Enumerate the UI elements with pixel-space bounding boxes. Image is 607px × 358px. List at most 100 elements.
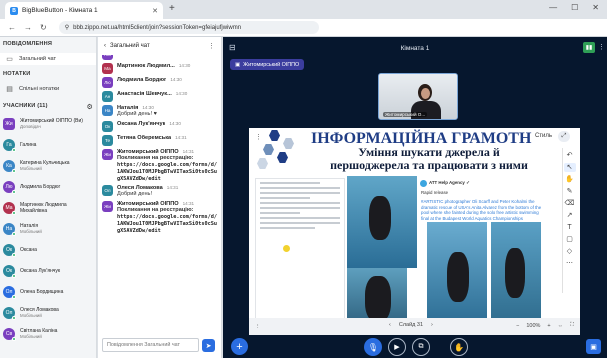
user-avatar: Св — [3, 327, 16, 341]
message-link[interactable]: https://docs.google.com/forms/d/1AKWJou1… — [117, 162, 218, 182]
user-list-item[interactable]: Га Галина — [0, 134, 96, 155]
maximize-icon[interactable]: ☐ — [571, 3, 578, 12]
message-link[interactable]: https://docs.google.com/forms/d/1AKWJou1… — [117, 214, 218, 234]
user-name: Оксана Лук'янчук — [20, 267, 61, 274]
user-list-item[interactable]: Ол Олеся Ломакова Мобільний — [0, 302, 96, 323]
presentation-restore-button[interactable]: ▣ — [586, 339, 601, 354]
undo-icon[interactable]: ↶ — [567, 151, 573, 160]
message-body: Наталія 14:30 Добрий день! ♥ — [117, 105, 218, 118]
send-message-button[interactable]: ➤ — [202, 339, 215, 352]
site-info-icon[interactable]: ⚲ — [65, 24, 69, 31]
swimmer-figure — [447, 252, 469, 302]
hexagon-decoration — [277, 152, 288, 163]
hexagon-decoration — [283, 138, 294, 149]
connection-status-icon[interactable]: ▮▮ — [583, 42, 595, 53]
previous-slide-icon[interactable]: ‹ — [389, 322, 391, 328]
zoom-out-icon[interactable]: − — [516, 323, 519, 329]
minimize-slide-icon[interactable]: ⤢ — [558, 131, 570, 142]
user-list-item[interactable]: Ка Катерина Кульчицька Мобільний — [0, 155, 96, 176]
online-status-icon — [12, 210, 16, 215]
fit-to-width-icon[interactable]: ⇔ — [558, 323, 564, 329]
user-list-item[interactable]: Ок Оксана — [0, 239, 96, 260]
message-text: Покликання на реєстрацію: — [117, 155, 194, 161]
user-initials: Ма — [5, 204, 13, 211]
camera-button[interactable]: ▶ — [388, 338, 406, 356]
back-chevron-icon[interactable]: ‹ — [104, 43, 106, 49]
user-name: Катерина Кульчицька — [20, 159, 70, 166]
chat-message: На Наталія 14:30 Добрий день! ♥ — [98, 105, 222, 118]
close-window-icon[interactable]: ✕ — [592, 3, 599, 12]
user-name: Житомирський ОІППО (Ви) — [20, 117, 83, 124]
shape-tool-icon[interactable]: ◇ — [567, 247, 572, 256]
zoom-in-icon[interactable]: + — [547, 323, 550, 329]
text-line — [260, 212, 300, 214]
swimmer-figure — [505, 248, 525, 298]
close-tab-icon[interactable]: ✕ — [152, 7, 158, 15]
hand-tool-icon[interactable]: ✋ — [565, 175, 574, 184]
user-avatar: Ок — [3, 264, 16, 278]
slide-number-select[interactable]: Слайд 31 — [399, 322, 423, 328]
next-slide-icon[interactable]: › — [431, 322, 433, 328]
sticky-note-icon[interactable]: ▢ — [566, 235, 573, 244]
hexagon-decoration — [269, 130, 280, 141]
user-initials: Ок — [5, 246, 13, 253]
back-icon[interactable]: ← — [8, 23, 16, 32]
user-initials: Ок — [5, 267, 13, 274]
user-list-item[interactable]: Ма Мартинюк Людмила Михайлівна — [0, 197, 96, 218]
user-name: Олена Бордищина — [20, 288, 64, 295]
chat-icon: ▭ — [6, 56, 13, 63]
user-list-item[interactable]: Св Світлана Каліна Мобільний — [0, 323, 96, 344]
url-field[interactable]: ⚲ bbb.zippo.net.ua/html5client/join?sess… — [58, 21, 319, 34]
message-time: 14:31 — [182, 201, 195, 207]
panel-toggle-icon[interactable]: ⊟ — [229, 43, 236, 52]
chat-messages: ЖиМаМартинюк Людмил...14:30ЛюЛюдмила Бор… — [98, 55, 222, 328]
user-name: Людмила Бордюг — [20, 183, 61, 190]
select-tool-icon[interactable]: ↖ — [563, 163, 576, 172]
article-screenshot — [255, 178, 345, 328]
eraser-tool-icon[interactable]: ⌫ — [565, 199, 575, 208]
new-tab-icon[interactable]: + — [169, 3, 175, 15]
user-name-block: Людмила Бордюг — [20, 184, 60, 190]
arrow-tool-icon[interactable]: ↗ — [567, 211, 573, 220]
screen-share-button[interactable]: ⧉ — [412, 338, 430, 356]
browser-tab[interactable]: B BigBlueButton - Кімната 1 ✕ — [5, 2, 163, 19]
message-avatar: Ан — [102, 91, 113, 102]
public-chat-item[interactable]: ▭ Загальний чат — [0, 53, 96, 65]
minimize-icon[interactable]: — — [549, 3, 557, 12]
chat-message: Те Тетяна Оберемська 14:31 — [98, 135, 222, 146]
raise-hand-button[interactable]: ✋ — [450, 338, 468, 356]
message-time: 14:30 — [169, 121, 181, 126]
chat-message: Лю Людмила Бордюг 14:30 — [98, 77, 222, 88]
user-name-block: Житомирський ОІППО (Ви) Доповідач — [20, 118, 83, 130]
user-list-item[interactable]: Жи Житомирський ОІППО (Ви) Доповідач — [0, 113, 96, 134]
message-sender: Оксана Лук'янчук — [117, 121, 166, 127]
settings-gear-icon[interactable]: ⚙ — [87, 103, 93, 111]
message-body: Анастасія Шевчук... 14:30 — [117, 91, 218, 102]
forward-icon[interactable]: → — [24, 23, 32, 32]
message-body — [117, 55, 218, 60]
style-label[interactable]: Стиль — [535, 133, 552, 139]
chat-message-input[interactable]: Повідомлення Загальний чат — [102, 338, 199, 352]
webcam-video[interactable]: Житомирський О... — [378, 73, 458, 120]
shared-notes-item[interactable]: ▤ Спільні нотатки — [0, 83, 96, 95]
more-tools-icon[interactable]: ⋯ — [566, 259, 573, 268]
fullscreen-icon[interactable]: ⛶ — [570, 322, 574, 329]
user-avatar: Ма — [3, 201, 16, 215]
user-list-item[interactable]: На Наталія Мобільний — [0, 218, 96, 239]
message-time: 14:30 — [175, 91, 188, 96]
text-tool-icon[interactable]: T — [567, 223, 571, 232]
actions-menu-button[interactable]: + — [231, 338, 248, 355]
chat-message: Жи Житомирський ОІППО 14:31 Покликання на р… — [98, 149, 222, 182]
user-list-item[interactable]: Лю Людмила Бордюг — [0, 176, 96, 197]
user-avatar: Ка — [3, 159, 16, 173]
reload-icon[interactable]: ↻ — [40, 23, 47, 32]
options-icon[interactable]: ⋮ — [598, 43, 605, 51]
pencil-tool-icon[interactable]: ✎ — [567, 187, 573, 196]
slide-options-icon[interactable]: ⋮ — [255, 324, 261, 330]
swimmer-figure — [369, 196, 391, 240]
user-list-item[interactable]: Ол Олена Бордищина — [0, 281, 96, 302]
slide-menu-icon[interactable]: ⋮ — [255, 133, 262, 141]
more-options-icon[interactable]: ⋮ — [208, 42, 215, 50]
user-list-item[interactable]: Ок Оксана Лук'янчук — [0, 260, 96, 281]
microphone-button[interactable]: 🎙 — [364, 338, 382, 356]
